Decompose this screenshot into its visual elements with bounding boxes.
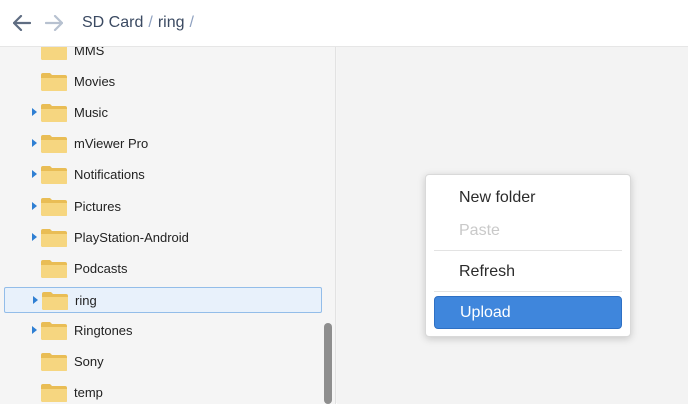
folder-icon (41, 290, 69, 311)
folder-icon (40, 196, 68, 217)
forward-arrow-icon[interactable] (44, 13, 64, 33)
tree-row-label: ring (75, 292, 97, 308)
tree-row-label: PlayStation-Android (74, 229, 189, 245)
caret-right-icon[interactable] (32, 170, 37, 179)
menu-item-upload[interactable]: Upload (434, 296, 622, 329)
tree-row[interactable]: MMS (4, 47, 322, 64)
menu-item-refresh[interactable]: Refresh (434, 255, 622, 288)
tree-row[interactable]: Ringtones (4, 318, 322, 344)
folder-icon (40, 133, 68, 154)
caret-right-icon[interactable] (32, 201, 37, 210)
caret-right-icon[interactable] (32, 232, 37, 241)
tree-row-label: Pictures (74, 198, 121, 214)
tree-row[interactable]: Sony (4, 349, 322, 375)
tree-row-label: Sony (74, 354, 104, 369)
folder-icon (40, 258, 68, 279)
tree-row-label: Ringtones (74, 322, 133, 338)
tree-row-label: MMS (74, 47, 105, 58)
tree-row[interactable]: temp (4, 380, 322, 404)
tree-row[interactable]: mViewer Pro (4, 131, 322, 157)
tree-row[interactable]: Notifications (4, 162, 322, 188)
folder-icon (40, 320, 68, 341)
folder-icon (40, 227, 68, 248)
tree-row[interactable]: Music (4, 100, 322, 126)
folder-icon (40, 351, 68, 372)
tree-row-label: Music (74, 105, 108, 121)
tree-row-label: Movies (74, 74, 116, 90)
breadcrumb-item-ring[interactable]: ring (158, 14, 185, 32)
tree-row-selected[interactable]: ring (4, 286, 322, 313)
folder-icon (40, 164, 68, 185)
folder-icon (40, 102, 68, 123)
toolbar: SD Card / ring / (0, 0, 688, 46)
tree-row-label: Notifications (74, 167, 145, 183)
tree-row-label: Podcasts (74, 260, 128, 276)
caret-right-icon[interactable] (32, 325, 37, 334)
folder-icon (40, 47, 68, 61)
folder-icon (40, 71, 68, 92)
menu-item-new-folder[interactable]: New folder (434, 181, 622, 214)
folder-icon (40, 382, 68, 403)
context-menu: New folder Paste Refresh Upload (425, 174, 631, 337)
caret-right-icon[interactable] (32, 139, 37, 148)
tree-row[interactable]: Podcasts (4, 256, 322, 282)
tree-scrollbar[interactable] (320, 47, 334, 404)
back-arrow-icon[interactable] (12, 13, 32, 33)
caret-right-icon[interactable] (33, 295, 38, 304)
breadcrumb-separator: / (148, 14, 153, 31)
tree-row[interactable]: Pictures (4, 194, 322, 220)
tree-row-label: temp (74, 385, 103, 401)
menu-separator (434, 291, 622, 292)
menu-item-paste: Paste (459, 221, 500, 239)
tree-row-label: mViewer Pro (74, 136, 149, 152)
breadcrumb-item-sd-card[interactable]: SD Card (82, 14, 143, 32)
breadcrumb-separator: / (189, 14, 194, 31)
folder-tree: temp Sony Ringtones ring Podcasts PlayStation… (0, 47, 336, 404)
caret-right-icon[interactable] (32, 108, 37, 117)
menu-separator (434, 250, 622, 251)
tree-scrollbar-thumb[interactable] (324, 323, 332, 404)
breadcrumb: SD Card / ring / (82, 14, 199, 32)
tree-row[interactable]: PlayStation-Android (4, 225, 322, 251)
tree-row[interactable]: Movies (4, 69, 322, 95)
